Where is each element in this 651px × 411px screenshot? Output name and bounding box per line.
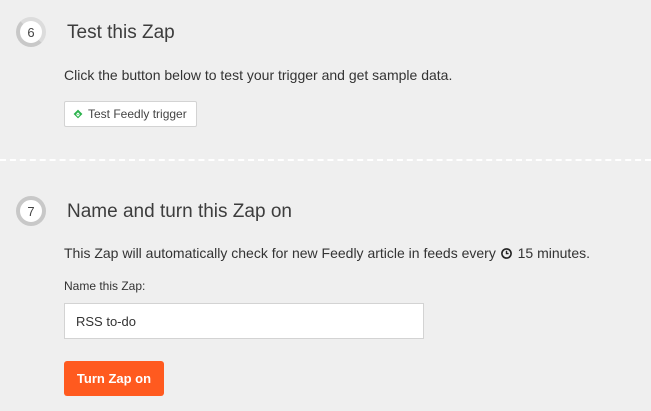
step-description: Click the button below to test your trig…	[64, 67, 453, 83]
step-number: 6	[27, 24, 35, 40]
clock-icon	[500, 246, 512, 259]
feedly-icon	[73, 109, 83, 119]
zap-name-label: Name this Zap:	[64, 279, 146, 293]
step-number-badge: 7	[16, 196, 46, 226]
step-number-badge: 6	[16, 17, 46, 47]
turn-zap-on-button[interactable]: Turn Zap on	[64, 361, 164, 396]
step-title: Name and turn this Zap on	[67, 201, 292, 222]
step-description: This Zap will automatically check for ne…	[64, 245, 590, 261]
test-trigger-button[interactable]: Test Feedly trigger	[64, 101, 197, 127]
step-name-turn-on: 7 Name and turn this Zap on This Zap wil…	[0, 162, 651, 411]
step-test-zap: 6 Test this Zap Click the button below t…	[0, 0, 651, 160]
interval-text: 15 minutes.	[517, 245, 590, 261]
description-text: This Zap will automatically check for ne…	[64, 245, 496, 261]
step-title: Test this Zap	[67, 22, 175, 43]
test-trigger-label: Test Feedly trigger	[88, 107, 187, 121]
zap-name-input[interactable]	[64, 303, 424, 339]
section-divider	[0, 159, 651, 161]
step-number: 7	[27, 203, 35, 219]
zap-editor-page: 6 Test this Zap Click the button below t…	[0, 0, 651, 411]
